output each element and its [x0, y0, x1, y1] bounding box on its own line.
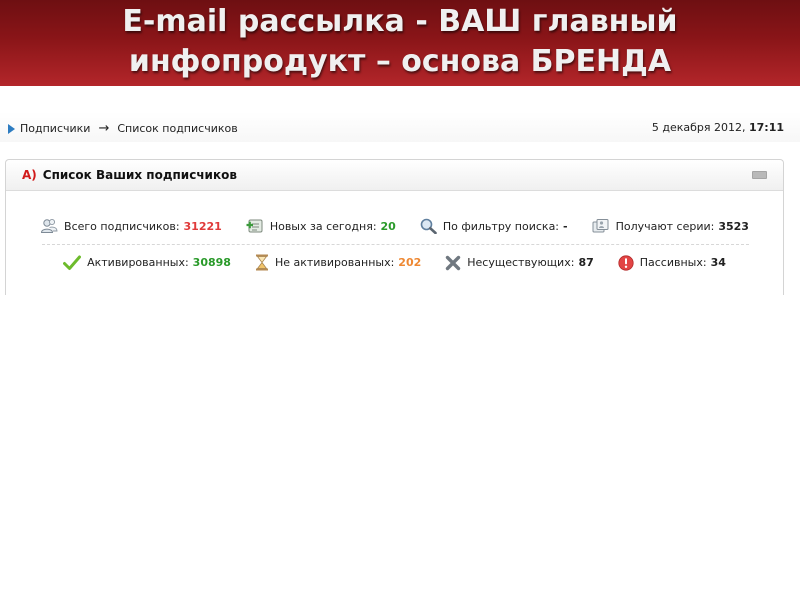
- stat-passive-value: 34: [710, 256, 726, 269]
- stat-not-activated: Не активированных: 202: [255, 254, 421, 271]
- stat-new-today: Новых за сегодня: 20: [246, 218, 396, 234]
- stat-nonexistent-label: Несуществующих:: [467, 256, 575, 269]
- current-datetime: 5 декабря 2012, 17:11: [652, 121, 784, 134]
- panel-title-letter: А): [22, 168, 37, 182]
- stat-by-filter-label: По фильтру поиска:: [442, 219, 560, 233]
- breadcrumb-subscriber-list-link[interactable]: Список подписчиков: [117, 122, 237, 135]
- add-user-icon: [246, 218, 264, 234]
- magnifier-icon: [420, 218, 437, 234]
- stat-series-label: Получают серии:: [615, 219, 715, 233]
- stat-nonexistent: Несуществующих: 87: [445, 254, 594, 271]
- stat-not-activated-label: Не активированных:: [274, 256, 395, 269]
- panel-header: А) Список Ваших подписчиков: [6, 160, 783, 191]
- stat-nonexistent-value: 87: [578, 256, 594, 269]
- stat-by-filter: По фильтру поиска: -: [420, 218, 568, 234]
- banner-title-line-1: E-mail рассылка - ВАШ главный: [122, 4, 678, 39]
- current-time: 17:11: [748, 121, 784, 134]
- stats-row-status: Активированных: 30898 Не активированных:…: [6, 254, 783, 271]
- stat-passive: Пассивных: 34: [618, 254, 726, 271]
- stat-total-subscribers: Всего подписчиков: 31221: [40, 218, 222, 234]
- stat-activated-value: 30898: [192, 256, 231, 269]
- users-icon: [40, 218, 58, 234]
- stat-activated-label: Активированных:: [87, 256, 189, 269]
- checkmark-icon: [63, 255, 82, 271]
- breadcrumb-subscribers-link[interactable]: Подписчики: [20, 122, 90, 135]
- subscribers-panel: А) Список Ваших подписчиков Всего подписч…: [5, 159, 784, 295]
- breadcrumb-arrow-icon: [8, 124, 15, 134]
- cross-icon: [445, 255, 461, 271]
- stats-row-primary: Всего подписчиков: 31221 Новых за сегодн…: [6, 218, 783, 234]
- collapse-panel-button[interactable]: [752, 171, 767, 179]
- series-icon: [592, 218, 610, 234]
- stat-series-value: 3523: [718, 219, 749, 233]
- panel-title-text: Список Ваших подписчиков: [42, 168, 237, 182]
- stat-receiving-series: Получают серии: 3523: [592, 218, 749, 234]
- breadcrumb: Подписчики → Список подписчиков: [8, 121, 238, 136]
- stat-not-activated-value: 202: [398, 256, 422, 269]
- hourglass-icon: [255, 254, 269, 271]
- stat-passive-label: Пассивных:: [639, 256, 707, 269]
- stat-by-filter-value: -: [563, 219, 568, 233]
- panel-title: А) Список Ваших подписчиков: [22, 168, 237, 182]
- title-banner: E-mail рассылка - ВАШ главный инфопродук…: [0, 0, 800, 86]
- stat-new-today-value: 20: [380, 219, 396, 233]
- stat-total-value: 31221: [183, 219, 222, 233]
- breadcrumb-separator: →: [98, 121, 110, 136]
- banner-title-line-2: инфопродукт – основа БРЕНДА: [128, 44, 672, 79]
- current-date: 5 декабря 2012,: [651, 121, 746, 134]
- top-bar: Подписчики → Список подписчиков 5 декабр…: [0, 112, 800, 142]
- stat-new-today-label: Новых за сегодня:: [269, 219, 377, 233]
- stat-total-label: Всего подписчиков:: [64, 219, 180, 233]
- stat-activated: Активированных: 30898: [63, 254, 231, 271]
- alert-icon: [618, 254, 634, 271]
- stats-divider: [42, 244, 749, 245]
